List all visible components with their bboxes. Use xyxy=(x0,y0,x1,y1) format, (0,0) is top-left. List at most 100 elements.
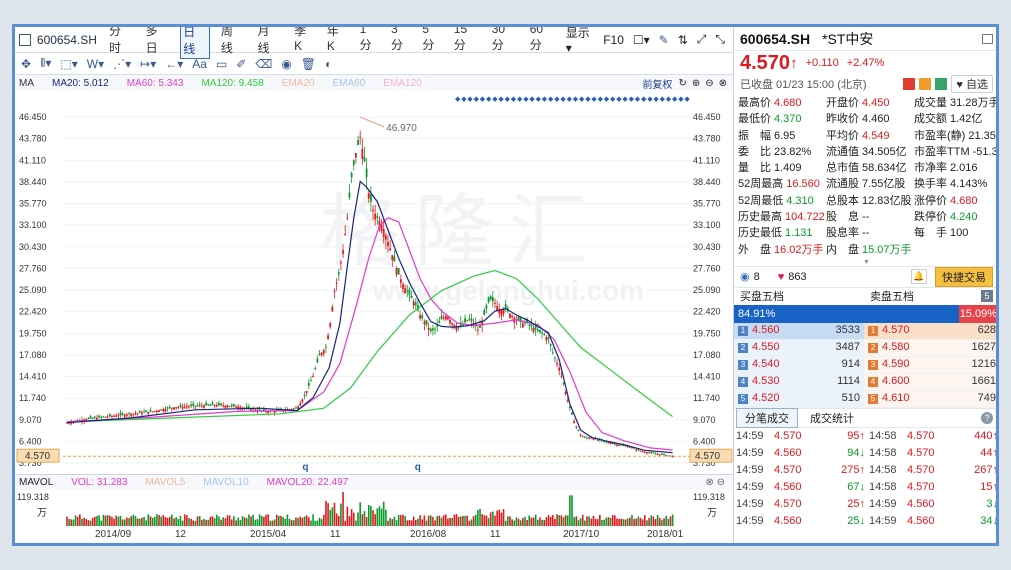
y-tick-right: 6.400 xyxy=(693,436,716,446)
tab-tick-trades[interactable]: 分笔成交 xyxy=(736,407,798,428)
bid-row[interactable]: 1 4.560 3533 xyxy=(734,322,864,340)
arrow-icon[interactable]: ←▾ xyxy=(165,57,183,71)
volume-bar xyxy=(489,512,492,526)
trade-volume: 95↑ xyxy=(847,429,865,442)
help-icon[interactable]: ? xyxy=(981,411,993,424)
close-icon[interactable]: ⊗ xyxy=(719,78,727,89)
volume-bar xyxy=(629,517,631,526)
ask-row[interactable]: 3 4.590 1216 xyxy=(864,356,996,374)
candle-body xyxy=(117,415,120,417)
crosshair-icon[interactable]: ✥ xyxy=(21,57,31,71)
ask-row[interactable]: 4 4.600 1661 xyxy=(864,373,996,391)
volume-bar xyxy=(188,518,190,526)
candle-body xyxy=(429,328,432,332)
volume-controls[interactable]: ⊗ ⊖ xyxy=(705,477,725,488)
highlighter-icon[interactable]: ✐ xyxy=(236,57,246,71)
candle-body xyxy=(432,328,434,331)
text-icon[interactable]: Aa xyxy=(192,57,207,71)
volume-bar xyxy=(656,515,659,526)
wave-icon[interactable]: W▾ xyxy=(87,57,104,71)
bid-row[interactable]: 4 4.530 1114 xyxy=(734,373,864,391)
volume-chart[interactable]: 119.318 万 119.318 万 xyxy=(15,490,733,527)
candle-body xyxy=(213,405,216,407)
order-price: 4.550 xyxy=(752,341,780,354)
volume-bar xyxy=(551,515,554,526)
adjust-button[interactable]: 前复权 xyxy=(642,76,672,91)
volume-bar xyxy=(442,515,445,526)
trash-icon[interactable]: 🗑 xyxy=(301,57,316,71)
collapse-icon[interactable]: ⤡ xyxy=(715,32,725,47)
level-badge: 4 xyxy=(738,376,748,387)
stat-label: 外 盘 xyxy=(738,243,771,256)
toggle-lines-icon[interactable]: ◐ xyxy=(325,57,332,71)
level-badge: 5 xyxy=(738,393,748,404)
range-icon[interactable]: ↦▾ xyxy=(140,57,156,71)
stat-value: 2.016 xyxy=(950,162,978,175)
trade-row: 14:58 4.570 267↑ xyxy=(867,462,996,479)
checkbox-icon[interactable]: ☐▾ xyxy=(633,33,650,47)
candle-body xyxy=(224,405,227,408)
volume-bar xyxy=(233,516,235,526)
mavol-label: MAVOL xyxy=(19,477,54,488)
volume-bar xyxy=(335,513,338,526)
bid-row[interactable]: 2 4.550 3487 xyxy=(734,339,864,357)
candle-body xyxy=(233,404,235,407)
bid-ask-ratio: 84.91% 15.09% xyxy=(734,304,996,323)
ask-row[interactable]: 2 4.580 1627 xyxy=(864,339,996,357)
volume-bar xyxy=(226,515,229,526)
candle-body xyxy=(494,302,496,304)
candle-body xyxy=(111,416,113,418)
bid-row[interactable]: 3 4.540 914 xyxy=(734,356,864,374)
y-tick-right: 30.430 xyxy=(693,242,721,252)
level-toggle-icon[interactable]: 5 xyxy=(981,290,993,303)
select-icon[interactable]: ⬚▾ xyxy=(60,57,77,71)
followers-count: 8 xyxy=(753,270,760,283)
expand-icon[interactable]: ⤢ xyxy=(697,32,707,47)
volume-bar xyxy=(248,514,250,526)
lines-icon[interactable]: ⋰▾ xyxy=(113,57,131,71)
volume-bar xyxy=(156,514,158,526)
ask-row[interactable]: 1 4.570 628 xyxy=(864,322,996,340)
volume-bar xyxy=(566,515,569,526)
display-menu[interactable]: 显示▾ xyxy=(566,27,594,55)
price-chart[interactable]: 46.450 46.450 43.780 43.780 41.110 41.110 38.4… xyxy=(15,91,733,474)
f10-button[interactable]: F10 xyxy=(603,33,624,47)
pen-icon[interactable]: ✎ xyxy=(659,33,669,47)
ma-legend: MA MA20: 5.012 MA60: 5.343 MA120: 9.458 … xyxy=(15,75,733,91)
reset-icon[interactable]: ↻ xyxy=(678,78,686,89)
y-tick-right: 14.410 xyxy=(693,372,721,382)
sidebar-toggle-icon[interactable] xyxy=(19,33,31,46)
eraser-icon[interactable]: ⌫ xyxy=(255,57,272,71)
candle-body xyxy=(551,352,554,354)
alert-bell-icon[interactable]: 🔔 xyxy=(911,269,927,285)
expand-chevron-icon[interactable]: ▾ xyxy=(734,257,996,266)
zoom-out-icon[interactable]: ⊖ xyxy=(705,78,713,89)
candle-body xyxy=(547,337,550,340)
add-watchlist-button[interactable]: ♥ 自选 xyxy=(951,75,993,93)
toggle-icon[interactable]: ⇅ xyxy=(678,33,688,47)
bid-row[interactable]: 5 4.520 510 xyxy=(734,390,864,408)
volume-bar xyxy=(293,520,295,526)
stat-value: 21.355 xyxy=(968,129,999,142)
marker-dot: ◆ xyxy=(517,96,523,103)
eye-icon[interactable]: ◉ xyxy=(281,57,291,71)
orderbook: 1 4.560 3533 1 4.570 628 2 4.550 3487 2 4.580 1627 3… xyxy=(734,322,996,408)
comment-icon[interactable]: ▭ xyxy=(216,57,227,71)
volume-bar xyxy=(126,517,128,526)
stat-label: 最高价 xyxy=(738,97,771,109)
volume-bar xyxy=(106,515,109,526)
stat-item: 历史最低 1.131 xyxy=(738,225,826,241)
quick-trade-button[interactable]: 快捷交易 xyxy=(935,266,993,287)
window-icon[interactable] xyxy=(982,33,993,44)
social-row: ◉ 8 ♥ 863 🔔 快捷交易 xyxy=(734,265,996,288)
marker-dot: ◆ xyxy=(461,96,467,103)
ask-row[interactable]: 5 4.610 749 xyxy=(864,390,996,408)
bars-icon[interactable]: ⦀▾ xyxy=(40,56,51,71)
zoom-in-icon[interactable]: ⊕ xyxy=(692,78,700,89)
y-tick-left: 22.420 xyxy=(19,307,47,317)
candle-body xyxy=(344,234,347,236)
candle-body xyxy=(138,410,141,413)
tab-trade-stats[interactable]: 成交统计 xyxy=(802,409,862,427)
badge-group: ♥ 自选 xyxy=(903,75,993,93)
volume-bar xyxy=(109,515,111,526)
